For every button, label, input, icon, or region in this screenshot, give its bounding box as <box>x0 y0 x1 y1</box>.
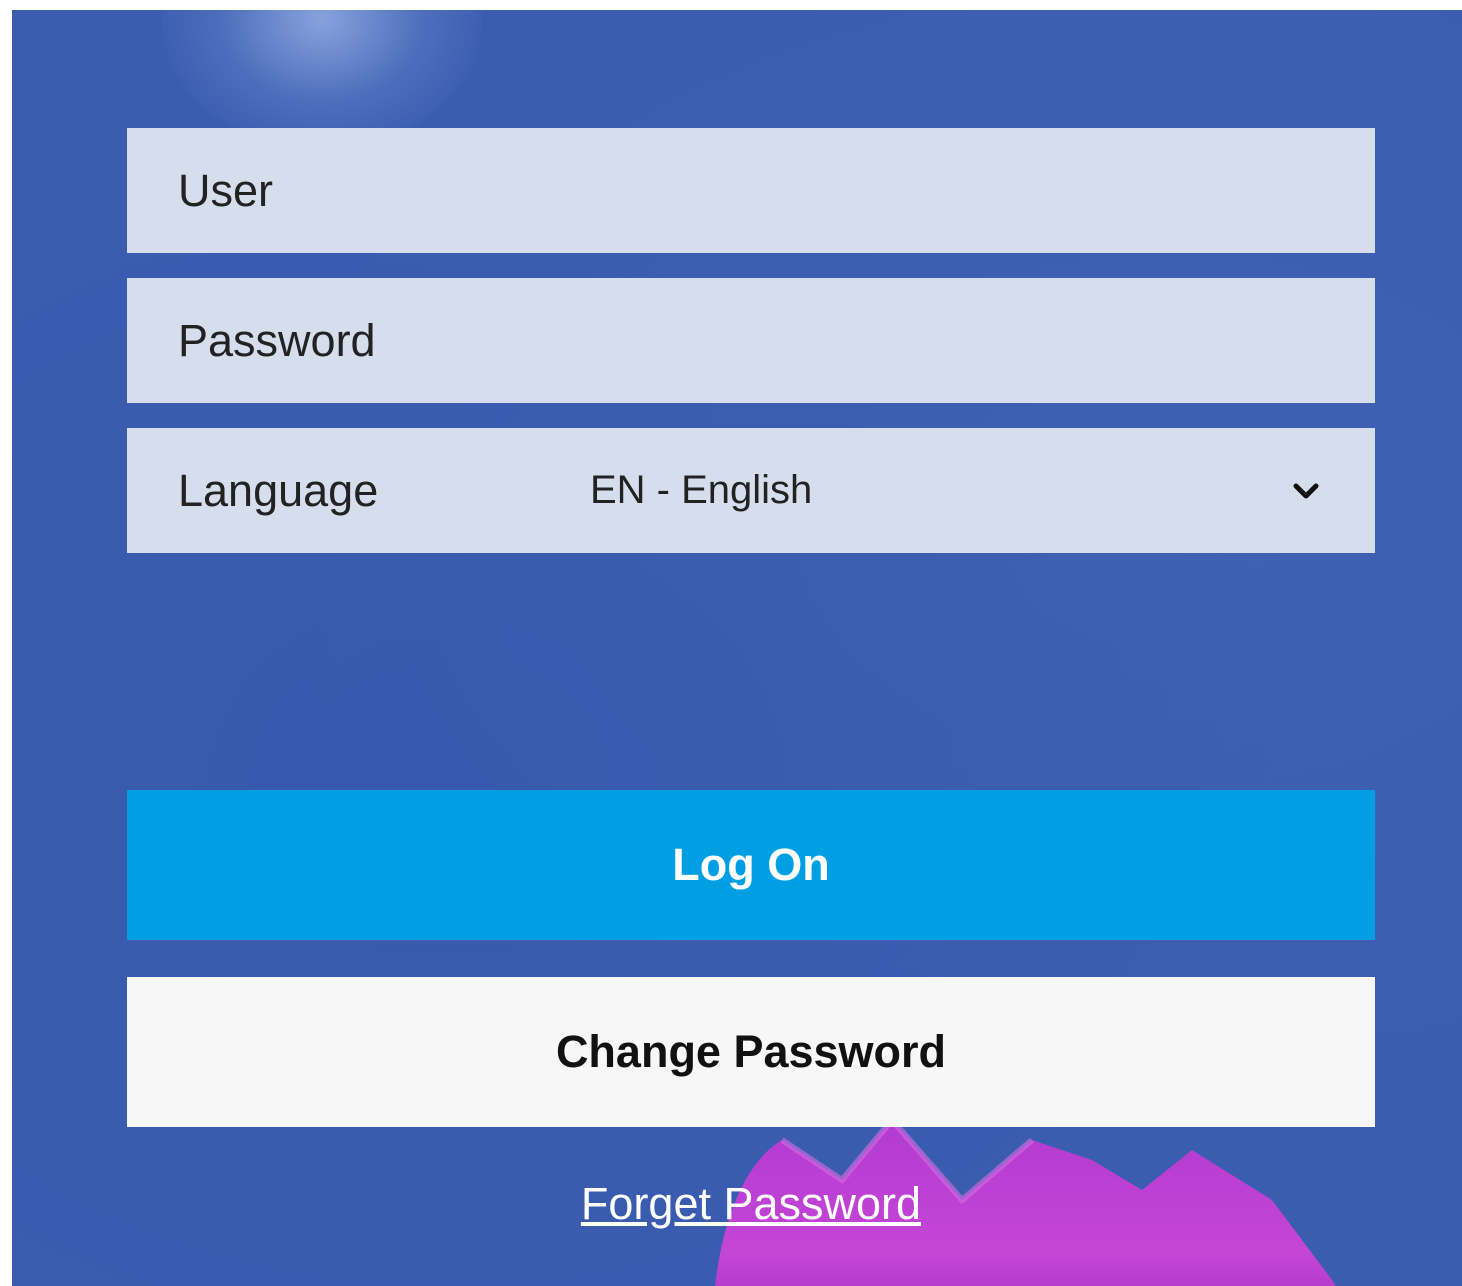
login-screen: User Password Language EN - English Log … <box>12 10 1462 1286</box>
language-selected-value: EN - English <box>590 468 813 512</box>
language-label: Language <box>178 464 379 516</box>
password-placeholder: Password <box>178 314 376 366</box>
user-field[interactable]: User <box>127 128 1375 253</box>
log-on-button[interactable]: Log On <box>127 790 1375 940</box>
change-password-button[interactable]: Change Password <box>127 977 1375 1127</box>
password-field[interactable]: Password <box>127 278 1375 403</box>
forget-password-link[interactable]: Forget Password <box>12 1178 1462 1230</box>
language-select[interactable]: Language EN - English <box>127 428 1375 553</box>
user-placeholder: User <box>178 164 274 216</box>
change-password-label: Change Password <box>555 1026 947 1077</box>
chevron-down-icon[interactable] <box>1293 482 1319 500</box>
log-on-label: Log On <box>672 839 830 890</box>
